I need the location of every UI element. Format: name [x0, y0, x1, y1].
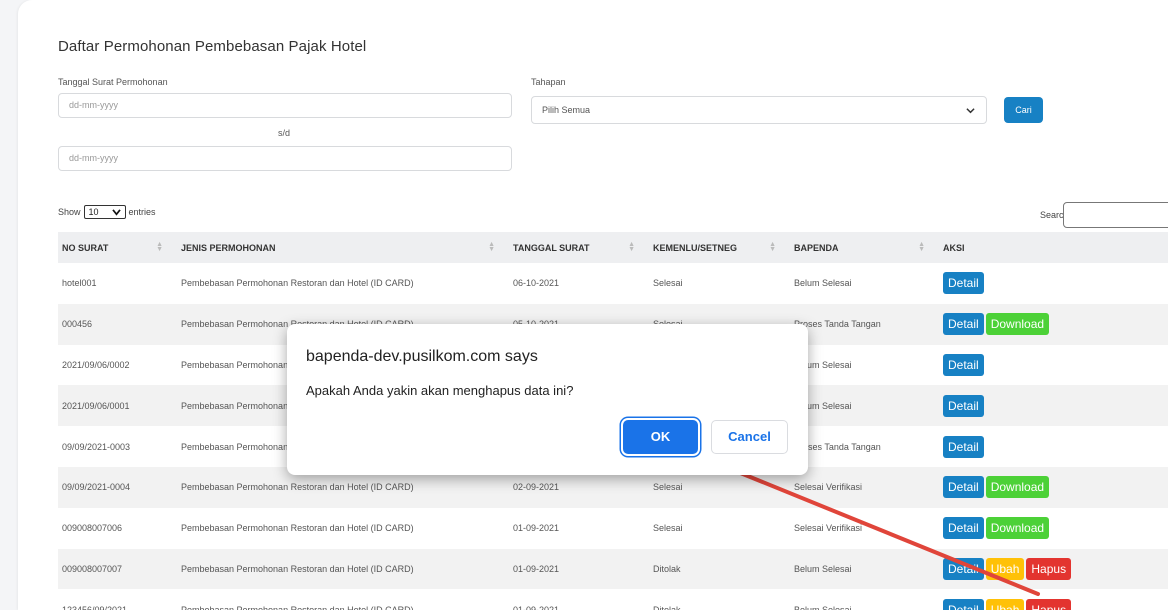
cell-no-surat: 009008007007	[58, 548, 177, 590]
entries-label: entries	[128, 207, 156, 217]
stage-select-value: Pilih Semua	[542, 105, 591, 115]
cell-kemenlu: Selesai	[649, 263, 790, 304]
cell-jenis: Pembebasan Permohonan Restoran dan Hotel…	[177, 263, 509, 304]
dialog-message: Apakah Anda yakin akan menghapus data in…	[306, 383, 574, 398]
entries-control: Show 10 entries	[58, 205, 156, 219]
cell-bapenda: Belum Selesai	[790, 385, 939, 427]
detail-button[interactable]: Detail	[943, 517, 984, 540]
col-header-bapenda[interactable]: BAPENDA ▲ ▼	[790, 232, 939, 263]
page-title: Daftar Permohonan Pembebasan Pajak Hotel	[58, 38, 367, 55]
show-label: Show	[58, 207, 81, 217]
cell-bapenda: Belum Selesai	[790, 263, 939, 304]
cell-bapenda: Belum Selesai	[790, 344, 939, 386]
table-row: hotel001 Pembebasan Permohonan Restoran d…	[58, 263, 1168, 304]
cell-aksi: Detail	[939, 344, 1168, 386]
stage-select[interactable]: Pilih Semua	[531, 96, 987, 124]
cell-aksi: Detail	[939, 426, 1168, 467]
cell-tanggal: 01-09-2021	[509, 589, 649, 610]
table-row: 009008007007 Pembebasan Permohonan Restor…	[58, 548, 1168, 590]
date-filter-label: Tanggal Surat Permohonan	[58, 77, 168, 87]
cell-no-surat: 009008007006	[58, 507, 177, 549]
cell-bapenda: Proses Tanda Tangan	[790, 426, 939, 467]
search-button[interactable]: Cari	[1004, 97, 1043, 123]
cell-bapenda: Belum Selesai	[790, 548, 939, 590]
chevron-down-icon	[966, 108, 975, 114]
detail-button[interactable]: Detail	[943, 313, 984, 336]
table-row: 009008007006 Pembebasan Permohonan Restor…	[58, 507, 1168, 549]
cell-no-surat: 09/09/2021-0004	[58, 466, 177, 508]
confirm-dialog: bapenda-dev.pusilkom.com says Apakah And…	[287, 324, 808, 475]
dialog-cancel-button[interactable]: Cancel	[711, 420, 788, 454]
cell-tanggal: 01-09-2021	[509, 548, 649, 590]
cell-bapenda: Selesai Verifikasi	[790, 466, 939, 508]
date-to-input[interactable]: dd-mm-yyyy	[58, 146, 512, 171]
detail-button[interactable]: Detail	[943, 272, 984, 295]
detail-button[interactable]: Detail	[943, 598, 984, 610]
dialog-title: bapenda-dev.pusilkom.com says	[306, 348, 538, 365]
cell-aksi: Detail Download	[939, 303, 1168, 345]
cell-bapenda: Belum Selesai	[790, 589, 939, 610]
cell-kemenlu: Ditolak	[649, 548, 790, 590]
table-row: 123456/09/2021 Pembebasan Permohonan Rest…	[58, 589, 1168, 610]
chevron-down-icon	[111, 209, 121, 216]
cell-no-surat: 123456/09/2021	[58, 589, 177, 610]
col-header-aksi: AKSI	[939, 232, 1168, 263]
cell-aksi: Detail Ubah Hapus	[939, 589, 1168, 610]
stage-filter-label: Tahapan	[531, 77, 566, 87]
cell-no-surat: 09/09/2021-0003	[58, 426, 177, 467]
col-header-tanggal[interactable]: TANGGAL SURAT ▲ ▼	[509, 232, 649, 263]
entries-select[interactable]: 10	[83, 205, 126, 219]
cell-aksi: Detail	[939, 263, 1168, 304]
cell-tanggal: 06-10-2021	[509, 263, 649, 304]
cell-no-surat: hotel001	[58, 263, 177, 304]
cell-jenis: Pembebasan Permohonan Restoran dan Hotel…	[177, 589, 509, 610]
col-header-jenis[interactable]: JENIS PERMOHONAN ▲ ▼	[177, 232, 509, 263]
hapus-button[interactable]: Hapus	[1026, 557, 1072, 580]
cell-jenis: Pembebasan Permohonan Restoran dan Hotel…	[177, 548, 509, 590]
col-header-no-surat[interactable]: NO SURAT ▲ ▼	[58, 232, 177, 263]
date-from-input[interactable]: dd-mm-yyyy	[58, 93, 512, 118]
cell-tanggal: 01-09-2021	[509, 507, 649, 549]
col-header-kemenlu[interactable]: KEMENLU/SETNEG ▲ ▼	[649, 232, 790, 263]
dialog-ok-button[interactable]: OK	[623, 420, 698, 454]
cell-bapenda: Selesai Verifikasi	[790, 507, 939, 549]
detail-button[interactable]: Detail	[943, 435, 984, 458]
cell-kemenlu: Selesai	[649, 507, 790, 549]
cell-aksi: Detail	[939, 385, 1168, 427]
table-search-input[interactable]	[1063, 202, 1168, 228]
ubah-button[interactable]: Ubah	[985, 557, 1025, 580]
cell-no-surat: 2021/09/06/0002	[58, 344, 177, 386]
cell-no-surat: 000456	[58, 303, 177, 345]
date-range-separator: s/d	[278, 128, 291, 138]
detail-button[interactable]: Detail	[943, 353, 984, 376]
download-button[interactable]: Download	[985, 313, 1050, 336]
detail-button[interactable]: Detail	[943, 394, 984, 417]
cell-aksi: Detail Download	[939, 466, 1168, 508]
detail-button[interactable]: Detail	[943, 476, 984, 499]
cell-aksi: Detail Ubah Hapus	[939, 548, 1168, 590]
entries-select-value: 10	[88, 207, 99, 217]
detail-button[interactable]: Detail	[943, 557, 984, 580]
download-button[interactable]: Download	[985, 476, 1050, 499]
ubah-button[interactable]: Ubah	[985, 598, 1025, 610]
table-header-row: NO SURAT ▲ ▼ JENIS PERMOHONAN ▲ ▼ TANGGAL SU…	[58, 232, 1168, 263]
cell-jenis: Pembebasan Permohonan Restoran dan Hotel…	[177, 507, 509, 549]
cell-kemenlu: Ditolak	[649, 589, 790, 610]
cell-no-surat: 2021/09/06/0001	[58, 385, 177, 427]
hapus-button[interactable]: Hapus	[1026, 598, 1072, 610]
cell-bapenda: Proses Tanda Tangan	[790, 303, 939, 345]
download-button[interactable]: Download	[985, 517, 1050, 540]
cell-aksi: Detail Download	[939, 507, 1168, 549]
